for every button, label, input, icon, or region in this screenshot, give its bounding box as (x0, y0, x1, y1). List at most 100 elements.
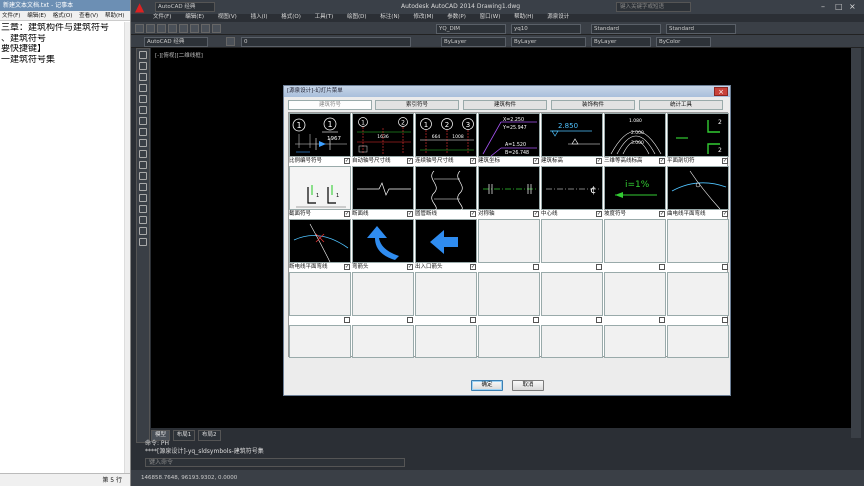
viewport-label[interactable]: [-][俯视][二维线框] (155, 51, 203, 59)
slide-empty[interactable] (478, 272, 540, 324)
plotstyle-combo[interactable]: ByColor (656, 36, 711, 47)
slide-checkbox[interactable] (344, 317, 350, 323)
slide-elevation[interactable]: 2.850 建筑标高 ✓ (541, 113, 603, 165)
xline-tool-icon[interactable] (139, 62, 147, 70)
menu-insert[interactable]: 插入(I) (251, 14, 268, 20)
slide-checkbox[interactable]: ✓ (344, 158, 350, 164)
vertical-scrollbar[interactable] (851, 48, 861, 438)
slide-checkbox[interactable] (722, 264, 728, 270)
ellipse-tool-icon[interactable] (139, 150, 147, 158)
slide-checkbox[interactable]: ✓ (470, 211, 476, 217)
circle-tool-icon[interactable] (139, 117, 147, 125)
slide-empty[interactable] (604, 272, 666, 324)
slide-checkbox[interactable]: ✓ (722, 211, 728, 217)
slide-empty[interactable] (541, 219, 603, 271)
slide-empty[interactable] (478, 325, 540, 358)
redo-icon[interactable] (190, 24, 199, 33)
slide-empty[interactable] (352, 325, 414, 358)
slide-checkbox[interactable]: ✓ (344, 211, 350, 217)
dim-style-combo[interactable]: YQ_DIM (436, 23, 506, 34)
ok-button[interactable]: 确定 (471, 380, 503, 391)
cancel-button[interactable]: 取消 (512, 380, 544, 391)
layer-properties-icon[interactable] (226, 37, 235, 46)
slide-checkbox[interactable] (659, 264, 665, 270)
slide-empty[interactable] (415, 325, 477, 358)
slide-empty[interactable] (667, 272, 729, 324)
menu-window[interactable]: 窗口(W) (480, 14, 501, 20)
make-block-icon[interactable] (139, 172, 147, 180)
save-file-icon[interactable] (157, 24, 166, 33)
slide-checkbox[interactable]: ✓ (533, 211, 539, 217)
slide-coordinate[interactable]: X=2.250 Y=25.947 A=1.520 B=26.748 建筑坐标 ✓ (478, 113, 540, 165)
slide-checkbox[interactable] (470, 317, 476, 323)
slide-checkbox[interactable]: ✓ (533, 158, 539, 164)
slide-continuous-axis-dim[interactable]: 1 2 3 664 1008 连续轴号尺寸线 ✓ (415, 113, 477, 165)
gradient-tool-icon[interactable] (139, 205, 147, 213)
slide-checkbox[interactable] (596, 264, 602, 270)
search-input[interactable]: 键入关键字或短语 (616, 2, 691, 12)
tab-architectural-symbols[interactable]: 建筑符号 (288, 100, 372, 110)
table-tool-icon[interactable] (139, 227, 147, 235)
tab-decorative-components[interactable]: 装饰构件 (551, 100, 635, 110)
insert-block-icon[interactable] (139, 161, 147, 169)
menu-format[interactable]: 格式(O) (281, 14, 301, 20)
slide-empty[interactable] (478, 219, 540, 271)
slide-curve-bend[interactable]: 曲电线平面弯线 ✓ (667, 166, 729, 218)
autocad-logo-icon[interactable]: ▲ (135, 1, 149, 13)
notepad-menu-file[interactable]: 文件(F) (2, 13, 20, 19)
slide-checkbox[interactable]: ✓ (407, 158, 413, 164)
menu-help[interactable]: 帮助(H) (514, 14, 533, 20)
slide-checkbox[interactable] (659, 317, 665, 323)
slide-checkbox[interactable]: ✓ (344, 264, 350, 270)
menu-dimension[interactable]: 标注(N) (380, 14, 399, 20)
slide-checkbox[interactable] (596, 317, 602, 323)
notepad-text-area[interactable]: 三章：建筑构件与建筑符号 、建筑符号 要快捷键】 一建筑符号集 (0, 21, 130, 67)
maximize-icon[interactable]: □ (835, 2, 845, 12)
notepad-menu-view[interactable]: 查看(V) (79, 13, 98, 19)
layer-combo[interactable]: 0 (241, 36, 411, 47)
menu-edit[interactable]: 编辑(E) (185, 14, 204, 20)
notepad-menu-format[interactable]: 格式(O) (53, 13, 73, 19)
tab-index-symbols[interactable]: 索引符号 (375, 100, 459, 110)
slide-empty[interactable] (289, 325, 351, 358)
slide-break-bend[interactable]: 断电线平面弯线 ✓ (289, 219, 351, 271)
slide-checkbox[interactable]: ✓ (407, 264, 413, 270)
slide-checkbox[interactable]: ✓ (596, 158, 602, 164)
slide-checkbox[interactable]: ✓ (407, 211, 413, 217)
text-style-combo[interactable]: yq10 (511, 23, 581, 34)
notepad-scrollbar[interactable] (124, 22, 130, 473)
zoom-icon[interactable] (212, 24, 221, 33)
spline-tool-icon[interactable] (139, 139, 147, 147)
slide-pipe-break[interactable]: 圆管断线 ✓ (415, 166, 477, 218)
menu-parametric[interactable]: 参数(P) (447, 14, 466, 20)
slide-cross-section[interactable]: 1 1 截面符号 ✓ (289, 166, 351, 218)
slide-break-line[interactable]: 断面线 ✓ (352, 166, 414, 218)
slide-empty[interactable] (541, 272, 603, 324)
notepad-menu-edit[interactable]: 编辑(E) (27, 13, 46, 19)
hatch-tool-icon[interactable] (139, 194, 147, 202)
slide-empty[interactable] (352, 272, 414, 324)
slide-scale-number[interactable]: 1 1 1967 比例编号符号 ✓ (289, 113, 351, 165)
point-tool-icon[interactable] (139, 183, 147, 191)
slide-checkbox[interactable] (533, 317, 539, 323)
slide-checkbox[interactable]: ✓ (722, 158, 728, 164)
minimize-icon[interactable]: – (821, 2, 831, 12)
linetype-combo[interactable]: ByLayer (511, 36, 586, 47)
slide-checkbox[interactable]: ✓ (470, 264, 476, 270)
slide-center-line[interactable]: ¢ 中心线 ✓ (541, 166, 603, 218)
slide-checkbox[interactable]: ✓ (659, 158, 665, 164)
lineweight-combo[interactable]: ByLayer (591, 36, 651, 47)
rectangle-tool-icon[interactable] (139, 95, 147, 103)
slide-checkbox[interactable]: ✓ (596, 211, 602, 217)
slide-empty[interactable] (541, 325, 603, 358)
slide-bent-arrow[interactable]: 弯箭头 ✓ (352, 219, 414, 271)
slide-empty[interactable] (667, 325, 729, 358)
tab-building-components[interactable]: 建筑构件 (463, 100, 547, 110)
polyline-tool-icon[interactable] (139, 73, 147, 81)
slide-slope[interactable]: i=1% 坡度符号 ✓ (604, 166, 666, 218)
new-file-icon[interactable] (135, 24, 144, 33)
menu-view[interactable]: 视图(V) (218, 14, 237, 20)
slide-checkbox[interactable] (722, 317, 728, 323)
color-combo[interactable]: ByLayer (441, 36, 506, 47)
slide-checkbox[interactable]: ✓ (470, 158, 476, 164)
